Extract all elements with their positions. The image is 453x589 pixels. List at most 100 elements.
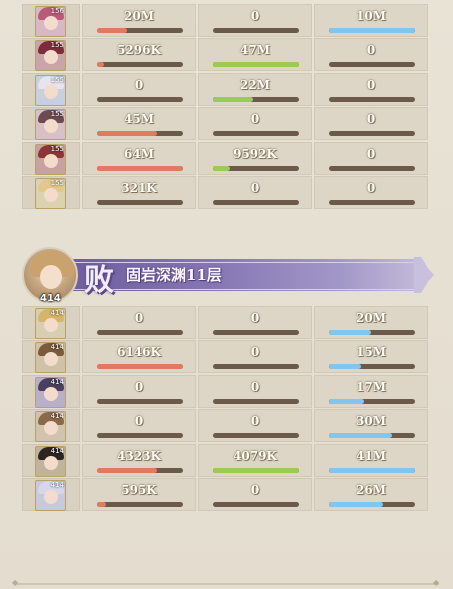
avatar-cell: 414 [22,340,80,374]
avatar-face [44,16,58,30]
avatar-face [44,50,58,65]
avatar-level: 414 [50,309,64,317]
damage-dealt-bar [97,502,183,507]
healing-value: 0 [366,181,376,195]
healing-cell: 26M [314,478,428,511]
damage-dealt-value: 0 [134,77,144,92]
healing-value: 0 [366,146,376,161]
avatar-face [44,119,58,134]
damage-dealt-value: 0 [134,379,144,394]
damage-taken-bar [213,364,299,370]
hero-avatar-brown-hair-girl-icon[interactable]: 155 [35,109,66,141]
portrait-level: 414 [40,293,61,304]
avatar-cell: 414 [22,443,80,477]
damage-taken-bar-fill [213,62,299,68]
damage-dealt-bar [97,364,183,370]
damage-dealt-bar [97,467,183,473]
damage-taken-bar [213,398,299,404]
hero-avatar-white-hair-icon[interactable]: 155 [35,74,66,106]
enemy-row: 414 0 0 30M [22,409,430,443]
healing-bar [329,62,415,68]
avatar-face [44,153,58,168]
enemy-row: 414 595K 0 26M [22,478,430,511]
damage-dealt-cell: 64M [82,141,196,175]
damage-dealt-value: 0 [134,414,144,429]
damage-dealt-value: 20M [124,9,154,23]
enemy-avatar-brown-warrior-icon[interactable]: 414 [35,342,66,374]
damage-taken-value: 0 [250,112,260,127]
damage-taken-cell: 0 [198,478,312,511]
avatar-level: 155 [50,144,64,153]
damage-dealt-cell: 0 [82,409,196,443]
damage-dealt-value: 595K [121,483,157,497]
damage-taken-value: 0 [250,345,260,360]
damage-dealt-cell: 0 [82,72,196,106]
healing-cell: 30M [314,409,428,443]
healing-bar [329,364,415,370]
result-label: 败 [84,263,114,298]
damage-dealt-bar [97,330,183,335]
damage-dealt-bar [97,131,183,137]
avatar-cell: 155 [22,141,80,175]
damage-taken-value: 9592K [233,146,277,161]
damage-dealt-bar [97,165,183,171]
healing-bar-fill [329,467,415,473]
healing-cell: 20M [314,306,428,339]
damage-dealt-cell: 0 [82,374,196,408]
hero-avatar-pink-hair-icon[interactable]: 156 [35,6,66,37]
banner-arrow-icon [414,257,432,293]
damage-dealt-cell: 4323K [82,443,196,477]
ally-row: 155 5296K 47M 0 [22,38,430,72]
avatar-level: 155 [50,179,64,187]
damage-taken-cell: 9592K [198,141,312,175]
healing-value: 15M [356,345,386,360]
avatar-face [44,490,58,504]
damage-taken-cell: 47M [198,38,312,72]
banner-ribbon-border [66,262,426,290]
damage-dealt-value: 4323K [117,448,161,463]
enemy-avatar-dark-hood-icon[interactable]: 414 [35,376,66,408]
healing-bar-fill [329,398,365,404]
healing-cell: 0 [314,38,428,72]
healing-value: 0 [366,112,376,127]
healing-bar [329,131,415,137]
hero-avatar-crimson-hair-icon[interactable]: 155 [35,143,66,175]
enemy-avatar-black-hair-icon[interactable]: 414 [35,445,66,477]
avatar-cell: 155 [22,38,80,72]
healing-value: 0 [366,77,376,92]
enemy-avatar-silver-mage-icon[interactable]: 414 [35,480,66,511]
hero-avatar-blonde-hair-icon[interactable]: 155 [35,178,66,209]
enemy-avatar-sage-icon[interactable]: 414 [35,411,66,443]
damage-taken-cell: 0 [198,340,312,374]
avatar-face [44,318,58,332]
damage-taken-bar-fill [213,467,299,473]
damage-dealt-bar-fill [97,28,128,33]
avatar-level: 155 [50,41,64,50]
damage-taken-value: 47M [240,43,270,58]
damage-taken-bar [213,200,299,205]
ally-row: 155 321K 0 0 [22,176,430,209]
damage-taken-cell: 0 [198,107,312,141]
damage-dealt-bar [97,62,183,68]
healing-bar-fill [329,364,361,370]
enemy-avatar-blonde-armored-icon[interactable]: 414 [35,308,66,339]
damage-dealt-bar-fill [97,467,158,473]
ally-row: 155 45M 0 0 [22,107,430,141]
damage-dealt-cell: 5296K [82,38,196,72]
avatar-face [44,421,58,436]
damage-dealt-cell: 6146K [82,340,196,374]
healing-value: 0 [366,43,376,58]
damage-taken-bar-fill [213,165,231,171]
healing-bar [329,165,415,171]
healing-bar [329,96,415,102]
corner-ornament-icon: ◆ [12,578,19,587]
damage-dealt-bar [97,433,183,439]
enemy-row: 414 6146K 0 15M [22,340,430,374]
portrait-face [40,265,62,289]
avatar-face [44,455,58,470]
hero-avatar-dark-red-hair-icon[interactable]: 155 [35,40,66,72]
enemy-row: 414 4323K 4079K 41M [22,443,430,477]
healing-cell: 15M [314,340,428,374]
damage-dealt-bar-fill [97,62,104,68]
damage-dealt-bar-fill [97,165,183,171]
